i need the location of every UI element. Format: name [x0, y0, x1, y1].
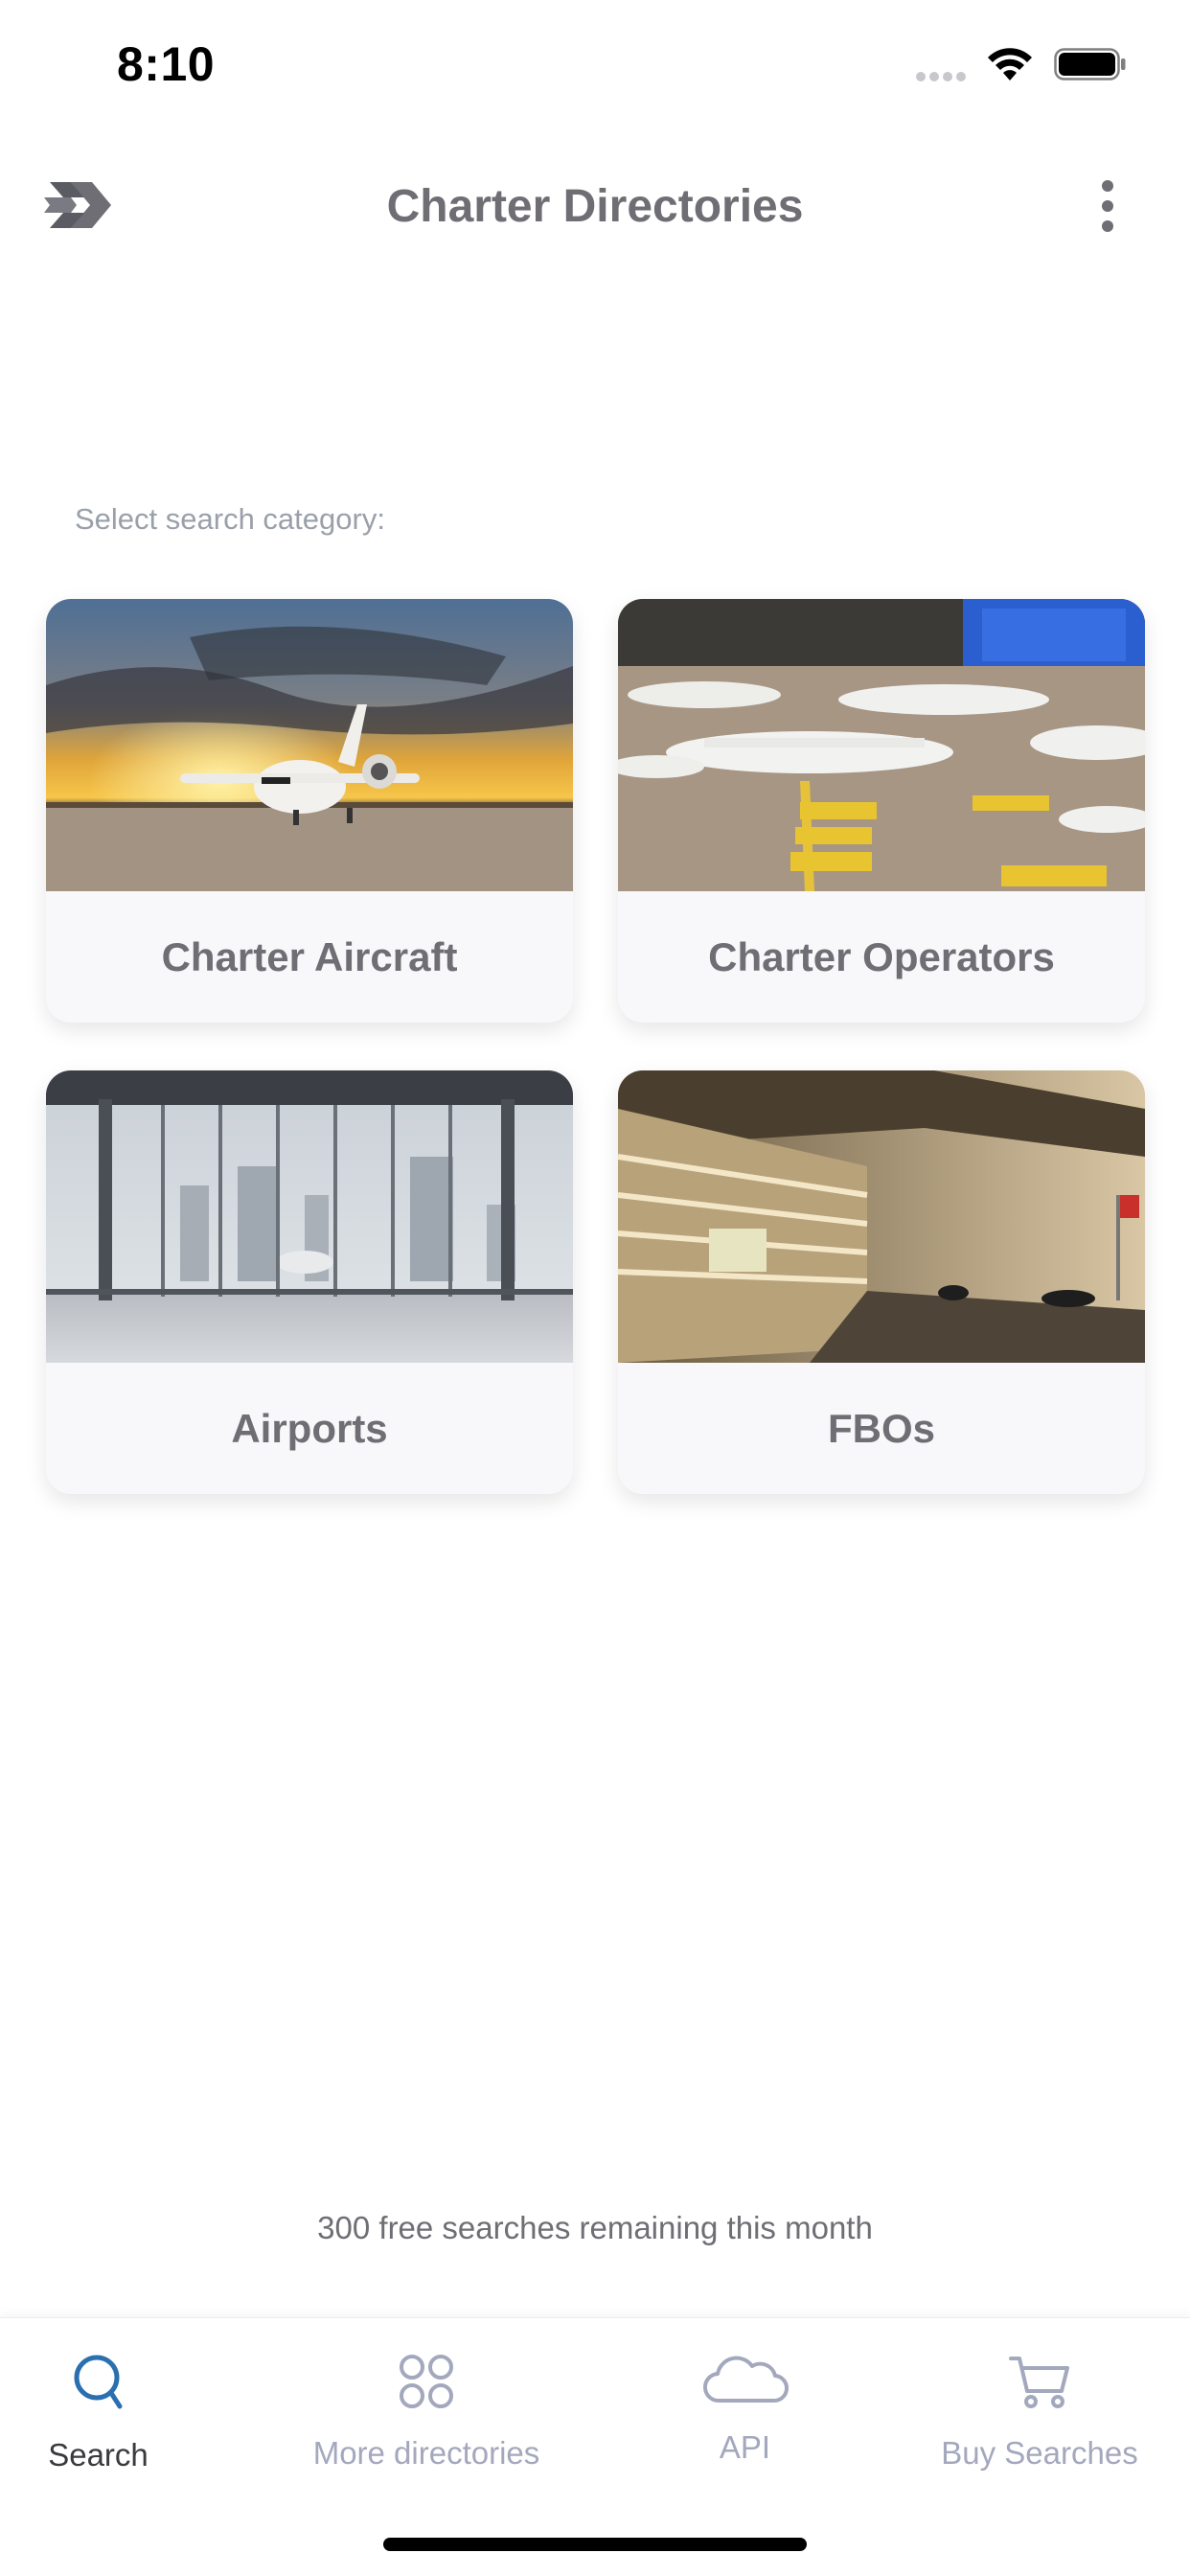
tab-label: Search: [48, 2437, 149, 2472]
tab-more-directories[interactable]: More directories: [273, 2318, 580, 2510]
searches-remaining-text: 300 free searches remaining this month: [317, 2210, 873, 2245]
tab-label: More directories: [312, 2435, 540, 2471]
tab-label: API: [719, 2429, 771, 2465]
home-indicator: [383, 2538, 807, 2551]
wifi-icon: [988, 48, 1032, 80]
section-label: Select search category:: [75, 502, 385, 536]
app-header: Charter Directories: [0, 153, 1190, 259]
battery-icon: [1054, 48, 1126, 80]
status-bar: 8:10: [0, 0, 1190, 129]
search-icon: [74, 2355, 122, 2409]
grid-icon: [400, 2355, 453, 2408]
card-label: Airports: [231, 1405, 388, 1451]
card-label: Charter Operators: [708, 933, 1055, 979]
category-card-charter-aircraft[interactable]: Charter Aircraft: [46, 599, 573, 1023]
jet-at-sunset-photo: [46, 599, 573, 891]
card-label: Charter Aircraft: [161, 933, 458, 979]
airport-terminal-window-photo: [46, 1070, 573, 1363]
category-card-charter-operators[interactable]: Charter Operators: [618, 599, 1145, 1023]
category-card-airports[interactable]: Airports: [46, 1070, 573, 1494]
tab-search[interactable]: Search: [0, 2318, 196, 2510]
tab-label: Buy Searches: [941, 2435, 1138, 2471]
more-vertical-icon[interactable]: [1088, 172, 1127, 240]
tab-api[interactable]: API: [675, 2318, 814, 2510]
jets-on-apron-photo: [618, 599, 1145, 891]
status-time: 8:10: [117, 37, 216, 91]
card-label: FBOs: [827, 1405, 935, 1451]
tab-buy-searches[interactable]: Buy Searches: [910, 2318, 1169, 2510]
cellular-signal-icon: [916, 69, 970, 86]
page-title: Charter Directories: [386, 181, 804, 232]
category-card-fbos[interactable]: FBOs: [618, 1070, 1145, 1494]
cloud-icon: [702, 2356, 789, 2404]
fbo-building-night-photo: [618, 1070, 1145, 1363]
cart-icon: [1009, 2357, 1069, 2408]
